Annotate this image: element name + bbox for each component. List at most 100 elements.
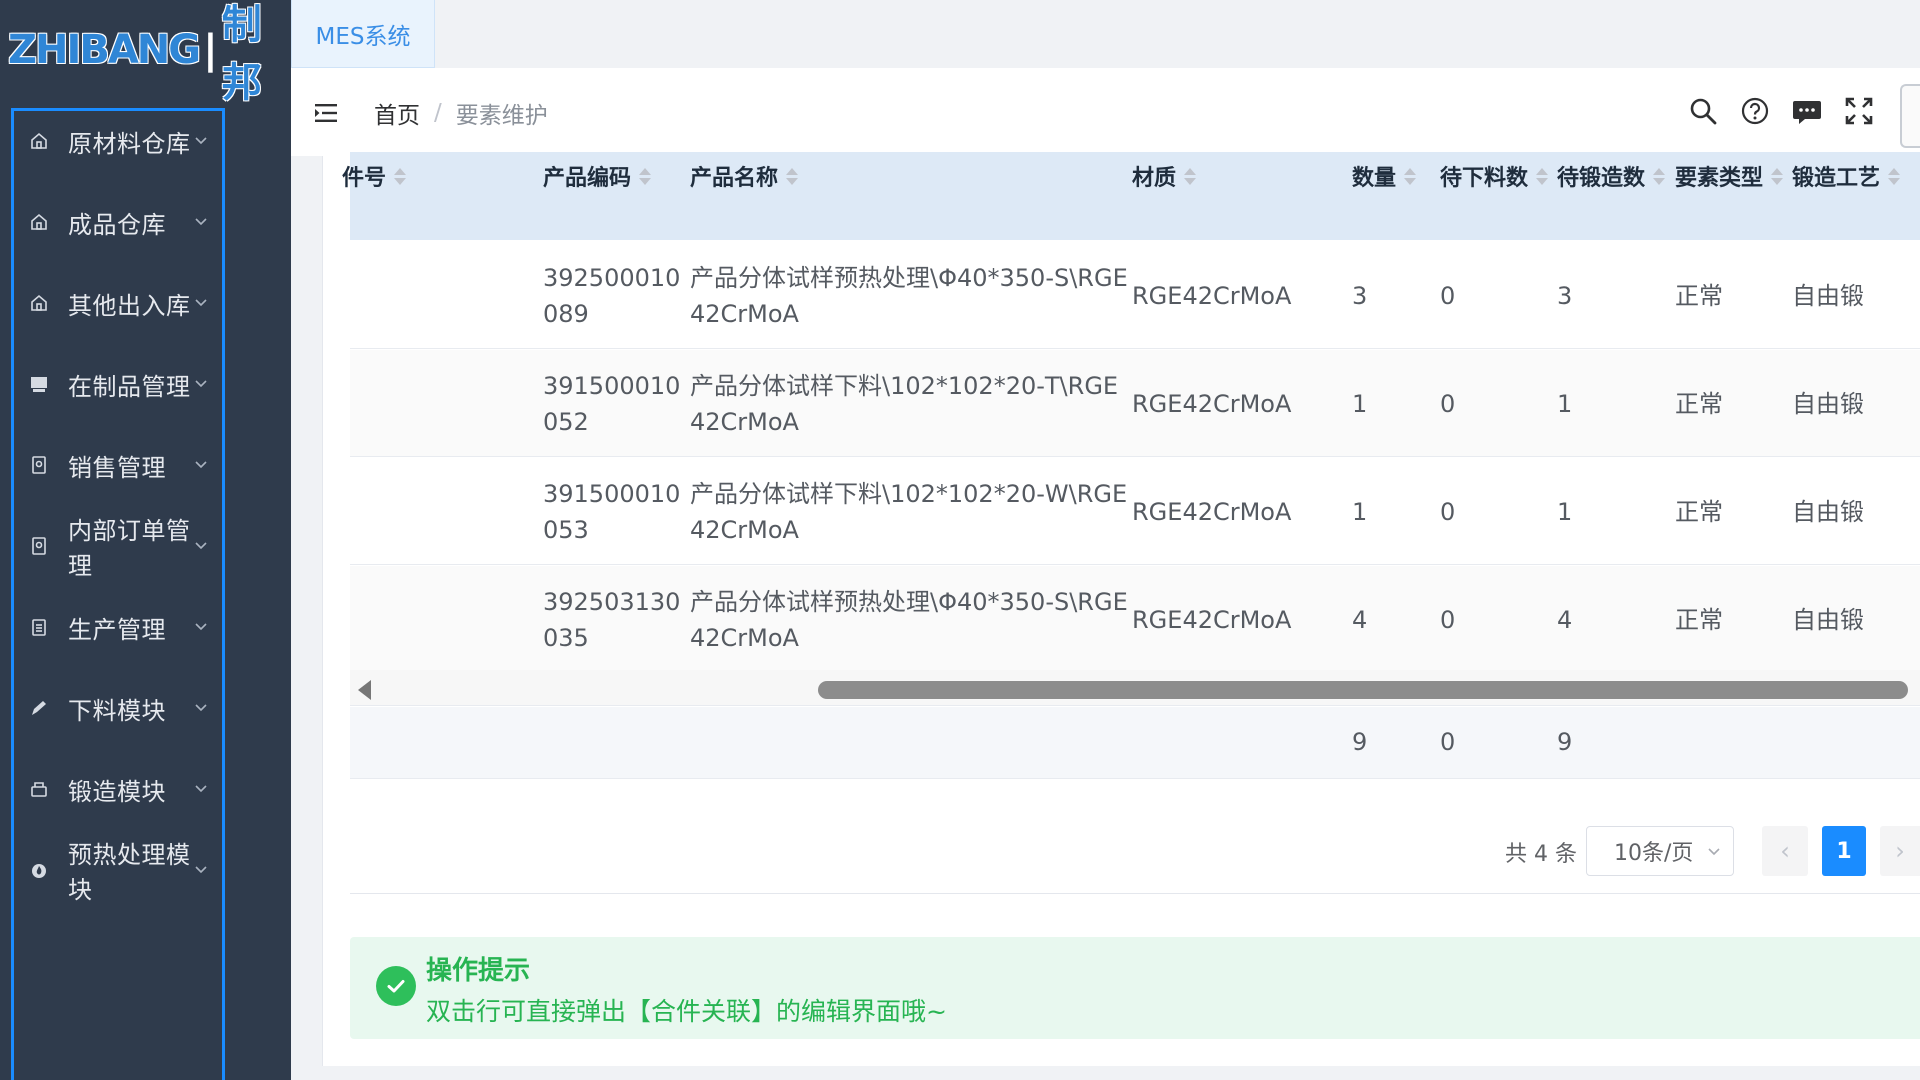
home-icon xyxy=(28,292,50,314)
cell-pending-forge: 4 xyxy=(1557,606,1573,634)
column-header-pending-forge[interactable]: 待锻造数 xyxy=(1557,160,1666,192)
sort-icon[interactable] xyxy=(1888,167,1901,185)
column-header-label: 产品名称 xyxy=(690,166,779,191)
column-header-product-code[interactable]: 产品编码 xyxy=(543,160,652,192)
page-size-select[interactable]: 10条/页 xyxy=(1586,826,1734,876)
cell-element-type: 正常 xyxy=(1675,606,1723,634)
chevron-down-icon xyxy=(195,623,207,631)
sidebar-menu: 原材料仓库成品仓库其他出入库在制品管理销售管理内部订单管理生产管理下料模块锻造模… xyxy=(11,108,225,1080)
menu-toggle-icon[interactable] xyxy=(314,100,340,126)
column-header-label: 要素类型 xyxy=(1675,166,1764,191)
sort-icon[interactable] xyxy=(1404,167,1417,185)
chevron-down-icon xyxy=(195,542,207,550)
cell-quantity: 1 xyxy=(1352,390,1368,418)
breadcrumb: 首页 / 要素维护 xyxy=(374,96,548,130)
tip-text: 双击行可直接弹出【合件关联】的编辑界面哦~ xyxy=(426,997,947,1026)
sidebar-item-10[interactable]: 预热处理模块 xyxy=(14,840,222,904)
sort-icon[interactable] xyxy=(786,167,799,185)
clipboard-icon xyxy=(28,616,50,638)
column-header-element-type[interactable]: 要素类型 xyxy=(1675,160,1784,192)
pen-icon xyxy=(28,697,50,719)
sidebar-item-9[interactable]: 锻造模块 xyxy=(14,759,222,819)
chevron-down-icon xyxy=(1708,848,1720,856)
summary-quantity: 9 xyxy=(1352,728,1368,756)
check-circle-icon xyxy=(376,966,416,1006)
home-icon xyxy=(28,130,50,152)
sidebar-item-5[interactable]: 销售管理 xyxy=(14,435,222,495)
prev-page-button[interactable]: ‹ xyxy=(1762,826,1808,876)
chevron-down-icon xyxy=(195,866,207,874)
column-header-material[interactable]: 材质 xyxy=(1132,160,1197,192)
fullscreen-icon[interactable] xyxy=(1844,96,1874,126)
logo-text: ZHIBANG xyxy=(8,27,201,73)
sidebar-item-label: 原材料仓库 xyxy=(68,129,191,158)
help-icon[interactable] xyxy=(1740,96,1770,126)
cell-pending-cut: 0 xyxy=(1440,390,1456,418)
navbar-tools xyxy=(1688,96,1874,126)
sidebar-item-3[interactable]: 其他出入库 xyxy=(14,273,222,333)
column-header-forge-process[interactable]: 锻造工艺 xyxy=(1792,160,1901,192)
chevron-down-icon xyxy=(195,299,207,307)
sort-icon[interactable] xyxy=(1184,167,1197,185)
sort-icon[interactable] xyxy=(1536,167,1549,185)
search-icon[interactable] xyxy=(1688,96,1718,126)
sidebar-item-7[interactable]: 生产管理 xyxy=(14,597,222,657)
tab-mes-system[interactable]: MES系统 xyxy=(291,0,435,68)
brand-logo: ZHIBANG | 制邦 xyxy=(8,2,291,106)
column-header-quantity[interactable]: 数量 xyxy=(1352,160,1417,192)
sort-icon[interactable] xyxy=(1653,167,1666,185)
cell-pending-cut: 0 xyxy=(1440,606,1456,634)
sidebar-item-label: 销售管理 xyxy=(68,453,166,482)
tip-title: 操作提示 xyxy=(426,956,531,986)
user-avatar[interactable] xyxy=(1900,84,1920,148)
cell-product-name: 产品分体试样下料\102*102*20-W\RGE42CrMoA xyxy=(690,480,1128,544)
sidebar-item-label: 预热处理模块 xyxy=(68,841,191,904)
sort-icon[interactable] xyxy=(1771,167,1784,185)
logo-cn: 制邦 xyxy=(221,2,262,106)
next-page-button[interactable]: › xyxy=(1880,826,1920,876)
column-header-pending-cut[interactable]: 待下料数 xyxy=(1440,160,1549,192)
cell-forge-process: 自由锻 xyxy=(1792,498,1864,526)
cell-product-code: 391500010052 xyxy=(543,372,681,436)
cell-product-code: 391500010053 xyxy=(543,480,681,544)
cell-product-code: 392500010089 xyxy=(543,264,681,328)
cell-pending-forge: 1 xyxy=(1557,390,1573,418)
cell-quantity: 1 xyxy=(1352,498,1368,526)
breadcrumb-home[interactable]: 首页 xyxy=(374,96,420,130)
cell-pending-forge: 1 xyxy=(1557,498,1573,526)
logo-separator: | xyxy=(203,27,218,73)
fire-icon xyxy=(28,859,50,881)
pagination-total: 共 4 条 xyxy=(1505,842,1577,867)
cell-pending-cut: 0 xyxy=(1440,498,1456,526)
scrollbar-thumb[interactable] xyxy=(818,681,1908,699)
column-header-product-name[interactable]: 产品名称 xyxy=(690,160,799,192)
page-size-value: 10条/页 xyxy=(1614,841,1694,866)
column-header-label: 数量 xyxy=(1352,166,1397,191)
cell-element-type: 正常 xyxy=(1675,498,1723,526)
chevron-down-icon xyxy=(195,380,207,388)
cell-forge-process: 自由锻 xyxy=(1792,282,1864,310)
column-header-label: 件号 xyxy=(342,166,387,191)
breadcrumb-current: 要素维护 xyxy=(455,103,548,129)
page-number-button[interactable]: 1 xyxy=(1822,826,1866,876)
sidebar-item-label: 其他出入库 xyxy=(68,291,191,320)
column-header-label: 锻造工艺 xyxy=(1792,166,1881,191)
sidebar-item-4[interactable]: 在制品管理 xyxy=(14,354,222,414)
sidebar: ZHIBANG | 制邦 原材料仓库成品仓库其他出入库在制品管理销售管理内部订单… xyxy=(0,0,291,1080)
divider xyxy=(350,893,1920,894)
sort-icon[interactable] xyxy=(394,167,407,185)
column-header-label: 待下料数 xyxy=(1440,166,1529,191)
scroll-left-arrow-icon[interactable] xyxy=(358,680,371,700)
document-icon xyxy=(28,454,50,476)
cell-forge-process: 自由锻 xyxy=(1792,606,1864,634)
sidebar-item-8[interactable]: 下料模块 xyxy=(14,678,222,738)
column-header-part-no[interactable]: 件号 xyxy=(342,160,407,192)
tool-icon xyxy=(28,778,50,800)
summary-pending-forge: 9 xyxy=(1557,728,1573,756)
message-icon[interactable] xyxy=(1792,96,1822,126)
sidebar-item-2[interactable]: 成品仓库 xyxy=(14,192,222,252)
cell-material: RGE42CrMoA xyxy=(1132,390,1292,418)
sidebar-item-6[interactable]: 内部订单管理 xyxy=(14,516,222,580)
sidebar-item-1[interactable]: 原材料仓库 xyxy=(14,111,222,171)
sort-icon[interactable] xyxy=(639,167,652,185)
